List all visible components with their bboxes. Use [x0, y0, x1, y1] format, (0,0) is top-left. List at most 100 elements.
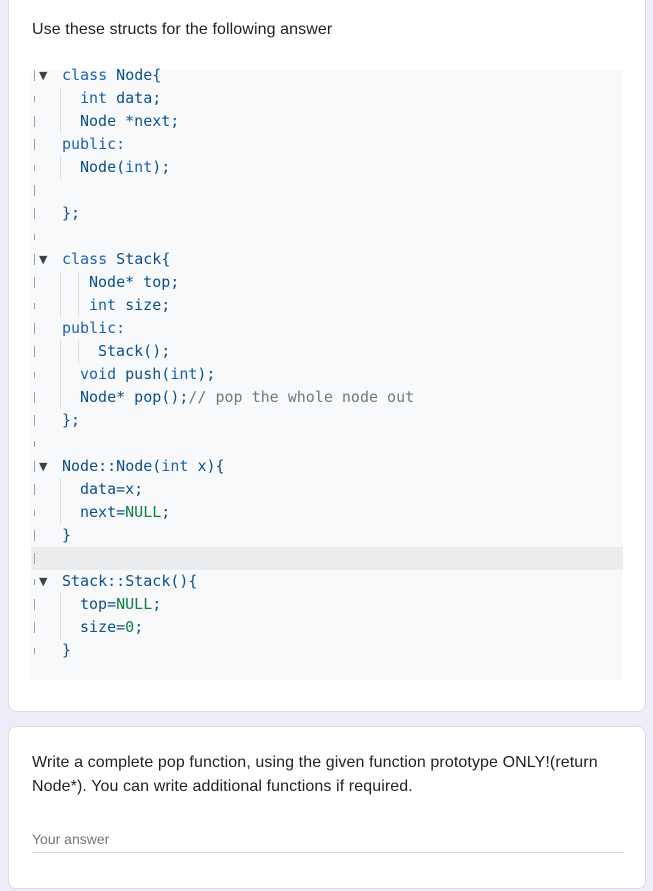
- question-card-pop-function: Write a complete pop function, using the…: [8, 726, 646, 889]
- code-token: };: [62, 204, 81, 222]
- code-line: public:: [31, 317, 623, 340]
- code-text: }: [62, 639, 71, 662]
- code-line: ▼ class Stack{: [31, 248, 623, 271]
- indent-guide: [60, 271, 61, 294]
- code-token: );: [197, 365, 216, 383]
- question-title-line-1: Write a complete pop function, using the…: [32, 754, 598, 771]
- code-token: }: [62, 641, 72, 659]
- code-line: size=0;: [31, 616, 623, 639]
- gutter-mark: [34, 622, 35, 633]
- answer-underline: [32, 852, 624, 853]
- code-line: [31, 547, 623, 570]
- code-line: }: [31, 524, 623, 547]
- code-line: Node* top;: [31, 271, 623, 294]
- code-text: Node* pop();// pop the whole node out: [80, 386, 414, 409]
- code-line: };: [31, 409, 623, 432]
- code-text: public:: [62, 317, 125, 340]
- code-token: class: [62, 250, 108, 268]
- code-token: Node{: [107, 66, 162, 84]
- code-token: );: [152, 158, 171, 176]
- gutter-mark: [34, 323, 35, 334]
- code-text: Node *next;: [80, 110, 179, 133]
- code-token: *next;: [116, 112, 180, 130]
- code-line: Node* pop();// pop the whole node out: [31, 386, 623, 409]
- code-token: ;: [152, 595, 162, 613]
- code-text: top=NULL;: [80, 593, 161, 616]
- code-token: void: [80, 365, 117, 383]
- gutter-mark: [34, 96, 35, 102]
- code-token: next=: [80, 503, 126, 521]
- gutter-mark: [34, 553, 35, 564]
- fold-triangle-icon[interactable]: ▼: [39, 64, 47, 87]
- code-token: ;: [161, 503, 171, 521]
- gutter-mark: [34, 234, 35, 240]
- code-token: ;: [134, 618, 144, 636]
- code-text: public:: [62, 133, 125, 156]
- indent-guide: [78, 340, 79, 363]
- code-line: void push(int);: [31, 363, 623, 386]
- code-token: 0: [125, 618, 135, 636]
- gutter-mark: [34, 648, 35, 654]
- question-card-structs: Use these structs for the following answ…: [8, 0, 646, 712]
- gutter-mark: [34, 70, 35, 81]
- indent-guide: [78, 294, 79, 317]
- indent-guide: [60, 593, 61, 616]
- code-text: Node(int);: [80, 156, 170, 179]
- indent-guide: [78, 271, 79, 294]
- code-token: };: [62, 411, 81, 429]
- indent-guide: [60, 363, 61, 386]
- indent-guide: [60, 386, 61, 409]
- gutter-mark: [34, 530, 35, 541]
- code-token: int: [89, 296, 117, 314]
- answer-input[interactable]: [32, 827, 624, 851]
- code-token: size;: [116, 296, 171, 314]
- code-text: Node* top;: [89, 271, 179, 294]
- gutter-mark: [34, 116, 35, 127]
- code-line: [31, 179, 623, 202]
- code-line: [31, 432, 623, 455]
- code-text: int size;: [89, 294, 170, 317]
- fold-triangle-icon[interactable]: ▼: [39, 455, 47, 478]
- gutter-mark: [34, 303, 35, 309]
- code-token: );: [170, 388, 189, 406]
- code-text: };: [62, 409, 80, 432]
- code-token: Node: [80, 112, 117, 130]
- code-token: int: [80, 89, 108, 107]
- code-token: int: [170, 365, 198, 383]
- code-token: Node*: [89, 273, 135, 291]
- indent-guide: [60, 294, 61, 317]
- code-line: public:: [31, 133, 623, 156]
- code-text: Node::Node(int x){: [62, 455, 225, 478]
- code-token: pop(: [125, 388, 171, 406]
- indent-guide: [60, 501, 61, 524]
- fold-triangle-icon[interactable]: ▼: [39, 248, 47, 271]
- code-line: Node(int);: [31, 156, 623, 179]
- code-text: Stack();: [98, 340, 170, 363]
- code-line: Stack();: [31, 340, 623, 363]
- code-text: Stack::Stack(){: [62, 570, 197, 593]
- code-text: }: [62, 524, 71, 547]
- code-token: NULL: [116, 595, 153, 613]
- indent-guide: [60, 87, 61, 110]
- code-token: Node*: [80, 388, 126, 406]
- code-token: // pop the whole node out: [188, 388, 415, 406]
- fold-triangle-icon[interactable]: ▼: [39, 570, 47, 593]
- code-token: class: [62, 66, 108, 84]
- code-token: push(: [116, 365, 171, 383]
- code-token: public:: [62, 319, 126, 337]
- code-text: next=NULL;: [80, 501, 170, 524]
- code-line: top=NULL;: [31, 593, 623, 616]
- code-token: top=: [80, 595, 117, 613]
- code-line: }: [31, 639, 623, 662]
- code-token: int: [125, 158, 153, 176]
- gutter-mark: [34, 599, 35, 610]
- gutter-mark: [34, 392, 35, 403]
- gutter-mark: [34, 372, 35, 378]
- code-token: x){: [188, 457, 225, 475]
- code-token: int: [161, 457, 189, 475]
- code-token: );: [152, 342, 171, 360]
- code-text: };: [62, 202, 80, 225]
- code-token: top;: [134, 273, 180, 291]
- gutter-mark: [34, 346, 35, 357]
- code-line: int size;: [31, 294, 623, 317]
